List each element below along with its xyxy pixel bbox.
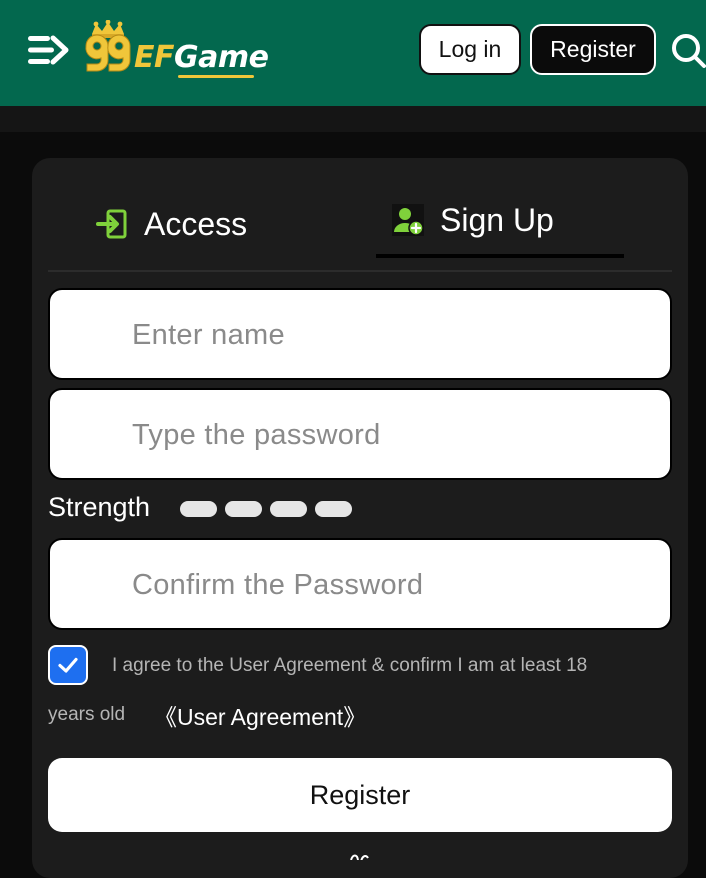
add-user-icon [392,204,424,236]
tab-access-label: Access [144,205,248,242]
checkmark-icon [58,657,78,673]
agreement-text-continued: years old [48,704,126,725]
tab-signup[interactable]: Sign Up [392,200,554,240]
password-input[interactable] [130,390,654,480]
logo-underline [178,75,254,78]
login-arrow-icon [96,208,128,240]
confirm-password-field [48,538,672,630]
strength-bar [180,501,217,517]
tab-access[interactable]: Access [96,204,247,244]
name-input[interactable] [130,290,654,380]
tabs-divider [48,270,672,272]
efgame-logo[interactable]: EFGame [82,20,269,84]
password-field [48,388,672,480]
top-header: EFGame Log in Register [0,0,706,106]
strength-bar [225,501,262,517]
agreement-checkbox[interactable] [48,645,88,685]
user-agreement-link[interactable]: 《User Agreement》 [154,698,366,732]
agreement-text: I agree to the User Agreement & confirm … [112,655,588,676]
crown-99-icon [85,20,131,72]
logo-text: EFGame [134,40,269,75]
strength-bar [270,501,307,517]
register-header-button[interactable]: Register [530,24,656,75]
register-submit-button[interactable]: Register [48,758,672,832]
tab-signup-label: Sign Up [440,201,554,238]
name-field [48,288,672,380]
strength-label: Strength [48,492,151,522]
strength-meter [180,501,360,517]
strength-bar [315,501,352,517]
confirm-password-input[interactable] [130,540,654,630]
login-button[interactable]: Log in [419,24,521,75]
header-shadow-band [0,106,706,132]
menu-arrow-icon[interactable] [26,30,70,70]
cut-off-text [348,848,370,860]
active-tab-indicator [376,254,624,258]
search-icon[interactable] [670,30,706,70]
